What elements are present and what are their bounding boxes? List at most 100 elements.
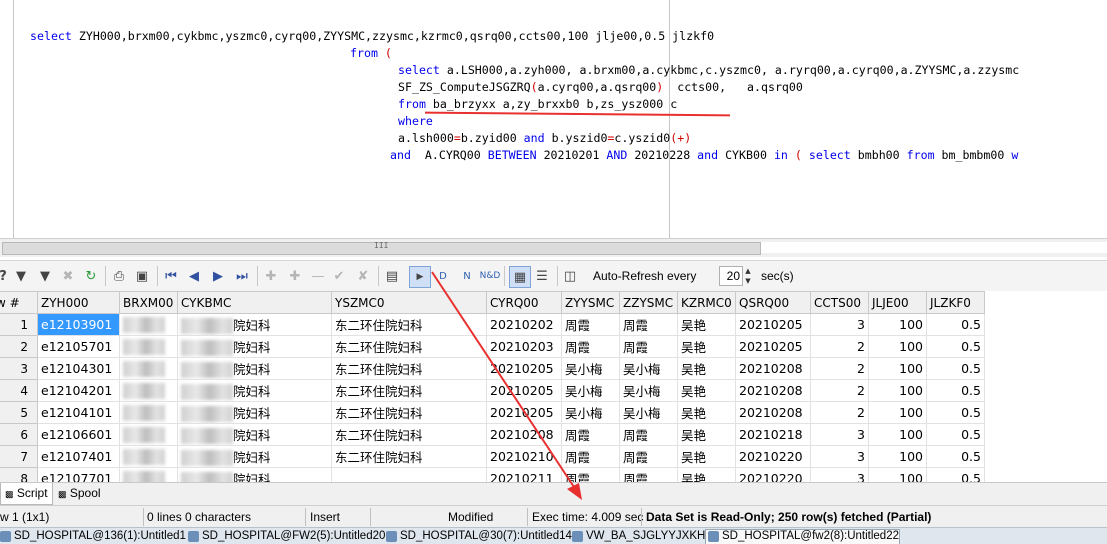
compare-nd-icon[interactable]: N&D (480, 267, 501, 285)
cell-qsrq00[interactable]: 20210208 (735, 379, 811, 402)
row-number[interactable]: 1 (0, 313, 38, 336)
cancel-icon[interactable]: ✖ (59, 267, 77, 285)
column-header-cykbmc[interactable]: CYKBMC (177, 291, 332, 314)
cell-jlje00[interactable]: 100 (868, 445, 927, 468)
task-window-5[interactable]: SD_HOSPITAL@fw2(8):Untitled22 (705, 529, 900, 544)
cell-zzysmc[interactable]: 周霞 (619, 467, 678, 482)
cell-zzysmc[interactable]: 吴小梅 (619, 401, 678, 424)
single-record-view-icon[interactable]: ▤ (383, 267, 401, 285)
tab-spool[interactable]: ▩ Spool (54, 483, 105, 504)
cell-yszmc0[interactable]: 东二环住院妇科 (331, 379, 487, 402)
auto-refresh-interval-input[interactable]: 20 (719, 266, 743, 286)
column-header-ccts00[interactable]: CCTS00 (810, 291, 869, 314)
table-row[interactable]: 2 e12105701 院妇科 东二环住院妇科 20210203 周霞 周霞 吴艳 202102… (0, 335, 985, 358)
editor-horizontal-scrollbar[interactable]: III (0, 238, 1107, 257)
cell-qsrq00[interactable]: 20210205 (735, 313, 811, 336)
cell-zyysmc[interactable]: 吴小梅 (561, 357, 620, 380)
cell-zyysmc[interactable]: 吴小梅 (561, 401, 620, 424)
cell-zyysmc[interactable]: 周霞 (561, 467, 620, 482)
cell-cyrq00[interactable]: 20210205 (486, 379, 562, 402)
column-header-qsrq00[interactable]: QSRQ00 (735, 291, 811, 314)
next-record-icon[interactable]: ▶ (209, 267, 227, 285)
cell-jlzkf0[interactable]: 0.5 (926, 379, 985, 402)
table-row[interactable]: 4 e12104201 院妇科 东二环住院妇科 20210205 吴小梅 吴小梅 吴艳 2021… (0, 379, 985, 402)
auto-refresh-spinner-icon[interactable]: ▲ ▼ (743, 266, 753, 286)
cell-zzysmc[interactable]: 吴小梅 (619, 357, 678, 380)
result-grid[interactable]: w #ZYH000BRXM00CYKBMCYSZMC0CYRQ00ZYYSMCZ… (0, 291, 1107, 482)
cell-jlje00[interactable]: 100 (868, 467, 927, 482)
cell-ccts00[interactable]: 2 (810, 357, 869, 380)
cell-kzrmc0[interactable]: 吴艳 (677, 423, 736, 446)
cell-kzrmc0[interactable]: 吴艳 (677, 313, 736, 336)
cell-cykbmc[interactable]: 院妇科 (177, 445, 332, 468)
cell-zyh000[interactable]: e12107401 (37, 445, 120, 468)
cell-cykbmc[interactable]: 院妇科 (177, 467, 332, 482)
task-window-4[interactable]: VW_BA_SJGLYYJXKH (570, 530, 705, 544)
compare-details-icon[interactable]: ▶ (409, 266, 431, 288)
cell-jlje00[interactable]: 100 (868, 423, 927, 446)
cell-cyrq00[interactable]: 20210211 (486, 467, 562, 482)
cell-jlzkf0[interactable]: 0.5 (926, 467, 985, 482)
cell-zyysmc[interactable]: 吴小梅 (561, 379, 620, 402)
column-header-zyh000[interactable]: ZYH000 (37, 291, 120, 314)
table-row[interactable]: 7 e12107401 院妇科 东二环住院妇科 20210210 周霞 周霞 吴艳 202102… (0, 445, 985, 468)
cell-ccts00[interactable]: 3 (810, 313, 869, 336)
column-header-kzrmc0[interactable]: KZRMC0 (677, 291, 736, 314)
query-filter-icon[interactable]: ▼ (12, 267, 30, 285)
save-icon[interactable]: ▣ (133, 267, 151, 285)
last-record-icon[interactable]: ⏭ (233, 267, 251, 285)
task-window-3[interactable]: SD_HOSPITAL@30(7):Untitled14 (384, 530, 572, 544)
cell-cyrq00[interactable]: 20210205 (486, 357, 562, 380)
cell-qsrq00[interactable]: 20210205 (735, 335, 811, 358)
cell-kzrmc0[interactable]: 吴艳 (677, 467, 736, 482)
export-icon[interactable]: ◫ (561, 267, 579, 285)
refresh-icon[interactable]: ↻ (82, 267, 100, 285)
cell-ccts00[interactable]: 2 (810, 379, 869, 402)
row-number[interactable]: 2 (0, 335, 38, 358)
column-header-cyrq00[interactable]: CYRQ00 (486, 291, 562, 314)
column-header-zzysmc[interactable]: ZZYSMC (619, 291, 678, 314)
cell-brxm00[interactable] (119, 357, 178, 380)
cell-brxm00[interactable] (119, 379, 178, 402)
cell-cyrq00[interactable]: 20210202 (486, 313, 562, 336)
task-window-2[interactable]: SD_HOSPITAL@FW2(5):Untitled20 (186, 530, 385, 544)
cell-ccts00[interactable]: 2 (810, 401, 869, 424)
column-header-yszmc0[interactable]: YSZMC0 (331, 291, 487, 314)
column-header-jlje00[interactable]: JLJE00 (868, 291, 927, 314)
column-header-zyysmc[interactable]: ZYYSMC (561, 291, 620, 314)
post-changes-icon[interactable]: ✔ (330, 267, 348, 285)
cell-yszmc0[interactable]: 东二环住院妇科 (331, 423, 487, 446)
cell-cykbmc[interactable]: 院妇科 (177, 313, 332, 336)
cell-cykbmc[interactable]: 院妇科 (177, 335, 332, 358)
cell-zyysmc[interactable]: 周霞 (561, 335, 620, 358)
cell-jlje00[interactable]: 100 (868, 313, 927, 336)
table-row[interactable]: 5 e12104101 院妇科 东二环住院妇科 20210205 吴小梅 吴小梅 吴艳 2021… (0, 401, 985, 424)
sql-editor[interactable]: select ZYH000,brxm00,cykbmc,yszmc0,cyrq0… (0, 0, 1107, 238)
cell-jlzkf0[interactable]: 0.5 (926, 423, 985, 446)
cell-ccts00[interactable]: 2 (810, 335, 869, 358)
cell-yszmc0[interactable]: 东二环住院妇科 (331, 335, 487, 358)
row-number[interactable]: 8 (0, 467, 38, 482)
cell-yszmc0[interactable]: 东二环住院妇科 (331, 445, 487, 468)
cell-zyysmc[interactable]: 周霞 (561, 445, 620, 468)
cell-brxm00[interactable] (119, 423, 178, 446)
cell-ccts00[interactable]: 3 (810, 445, 869, 468)
cell-yszmc0[interactable] (331, 467, 487, 482)
row-number[interactable]: 7 (0, 445, 38, 468)
cell-zzysmc[interactable]: 周霞 (619, 313, 678, 336)
cell-kzrmc0[interactable]: 吴艳 (677, 445, 736, 468)
table-row[interactable]: 8 e12107701 院妇科 20210211 周霞 周霞 吴艳 20210220 3 100 0… (0, 467, 985, 482)
cell-kzrmc0[interactable]: 吴艳 (677, 401, 736, 424)
cell-jlje00[interactable]: 100 (868, 401, 927, 424)
cell-jlje00[interactable]: 100 (868, 379, 927, 402)
row-number[interactable]: 3 (0, 357, 38, 380)
cell-qsrq00[interactable]: 20210208 (735, 401, 811, 424)
cell-brxm00[interactable] (119, 445, 178, 468)
cell-cyrq00[interactable]: 20210210 (486, 445, 562, 468)
task-window-1[interactable]: SD_HOSPITAL@136(1):Untitled1 (0, 530, 186, 544)
column-header-brxm00[interactable]: BRXM00 (119, 291, 178, 314)
cell-zyh000[interactable]: e12105701 (37, 335, 120, 358)
cell-qsrq00[interactable]: 20210220 (735, 467, 811, 482)
row-number[interactable]: 5 (0, 401, 38, 424)
cell-zyh000[interactable]: e12104201 (37, 379, 120, 402)
